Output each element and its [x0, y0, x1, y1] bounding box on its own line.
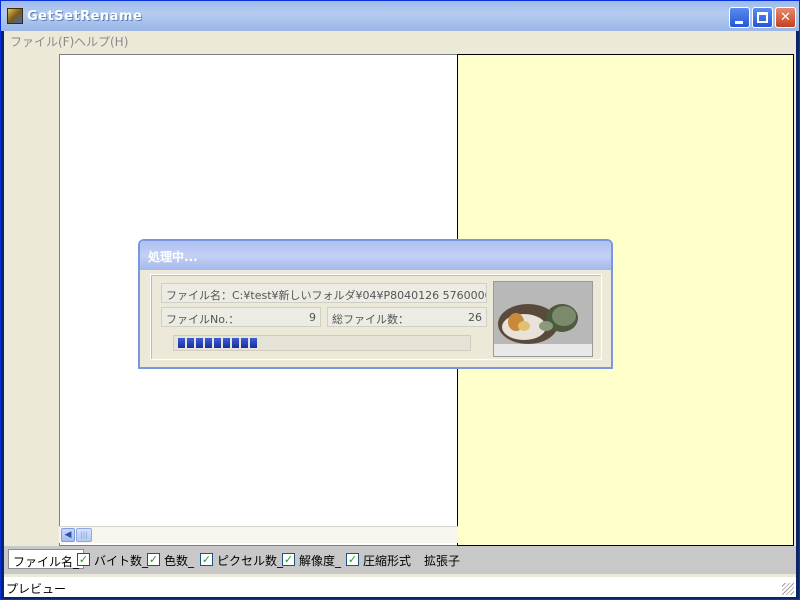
scroll-left-arrow-icon[interactable]: ◀	[61, 528, 75, 542]
close-button[interactable]: ✕	[775, 7, 796, 28]
progress-bar	[173, 335, 471, 351]
check-icon: ✓	[201, 553, 212, 566]
progress-segment	[241, 338, 248, 348]
progress-segment	[178, 338, 185, 348]
maximize-button[interactable]	[752, 7, 773, 28]
minimize-icon	[735, 21, 743, 24]
checkbox-colors-label: 色数_	[164, 554, 195, 568]
checkbox-filename-label: ファイル名_	[13, 555, 80, 569]
app-icon	[7, 8, 23, 24]
progress-segment	[232, 338, 239, 348]
total-files-value: 26	[468, 311, 482, 324]
check-icon: ✓	[347, 553, 358, 566]
checkbox-resolution[interactable]: ✓	[346, 553, 359, 566]
dialog-title: 処理中...	[148, 250, 198, 264]
total-files-field: 総ファイル数： 26	[327, 307, 487, 327]
title-bar[interactable]: GetSetRename ✕	[1, 1, 799, 31]
checkbox-bytes-label: バイト数_	[94, 554, 149, 568]
current-file-name-text: ファイル名：C:¥test¥新しいフォルダ¥04¥P8040126 576000…	[166, 289, 487, 302]
resize-grip-icon[interactable]	[782, 583, 794, 595]
menu-help[interactable]: ヘルプ(H)	[74, 33, 128, 50]
checkbox-colors[interactable]: ✓	[200, 553, 213, 566]
file-number-field: ファイルNo.： 9	[161, 307, 321, 327]
dialog-title-bar[interactable]: 処理中...	[140, 241, 611, 270]
checkbox-resolution-label: 解像度_	[299, 554, 342, 568]
progress-segment	[205, 338, 212, 348]
status-text: プレビュー	[6, 582, 67, 596]
checkbox-pixels-label: ピクセル数_	[217, 554, 284, 568]
window-title: GetSetRename	[27, 9, 143, 24]
minimize-button[interactable]	[729, 7, 750, 28]
menu-file[interactable]: ファイル(F)	[10, 33, 74, 50]
maximize-icon	[757, 12, 768, 23]
dialog-body: ファイル名：C:¥test¥新しいフォルダ¥04¥P8040126 576000…	[150, 274, 602, 360]
menu-bar: ファイル(F) ヘルプ(H)	[4, 31, 796, 49]
progress-segment	[214, 338, 221, 348]
file-number-label: ファイルNo.：	[166, 313, 240, 326]
thumbnail-photo	[494, 282, 592, 356]
check-icon: ✓	[283, 553, 294, 566]
checkbox-bytes[interactable]: ✓	[147, 553, 160, 566]
checkbox-compression-label: 圧縮形式	[363, 554, 412, 568]
progress-segment	[223, 338, 230, 348]
status-bar: プレビュー	[4, 577, 796, 597]
total-files-label: 総ファイル数：	[332, 313, 409, 326]
progress-segment	[250, 338, 257, 348]
left-gutter	[4, 55, 58, 545]
current-file-name: ファイル名：C:¥test¥新しいフォルダ¥04¥P8040126 576000…	[161, 283, 487, 303]
checkbox-filename[interactable]: ✓	[77, 553, 90, 566]
image-thumbnail	[493, 281, 593, 357]
horizontal-scrollbar[interactable]: ◀ |||	[59, 526, 458, 543]
file-number-value: 9	[309, 311, 316, 324]
checkbox-filename-label-box: ファイル名_	[8, 549, 85, 569]
check-icon: ✓	[148, 553, 159, 566]
progress-segment	[196, 338, 203, 348]
progress-dialog: 処理中... ファイル名：C:¥test¥新しいフォルダ¥04¥P8040126…	[138, 239, 613, 369]
scroll-thumb[interactable]: |||	[76, 528, 92, 542]
checkbox-extension-label: 拡張子	[424, 554, 461, 568]
close-icon: ✕	[780, 10, 791, 25]
checkbox-pixels[interactable]: ✓	[282, 553, 295, 566]
progress-segment	[187, 338, 194, 348]
check-icon: ✓	[78, 553, 89, 566]
column-toggle-bar: ファイル名_ ✓ バイト数_ ✓ 色数_ ✓ ピクセル数_ ✓ 解像度_ ✓ 圧…	[4, 546, 796, 574]
